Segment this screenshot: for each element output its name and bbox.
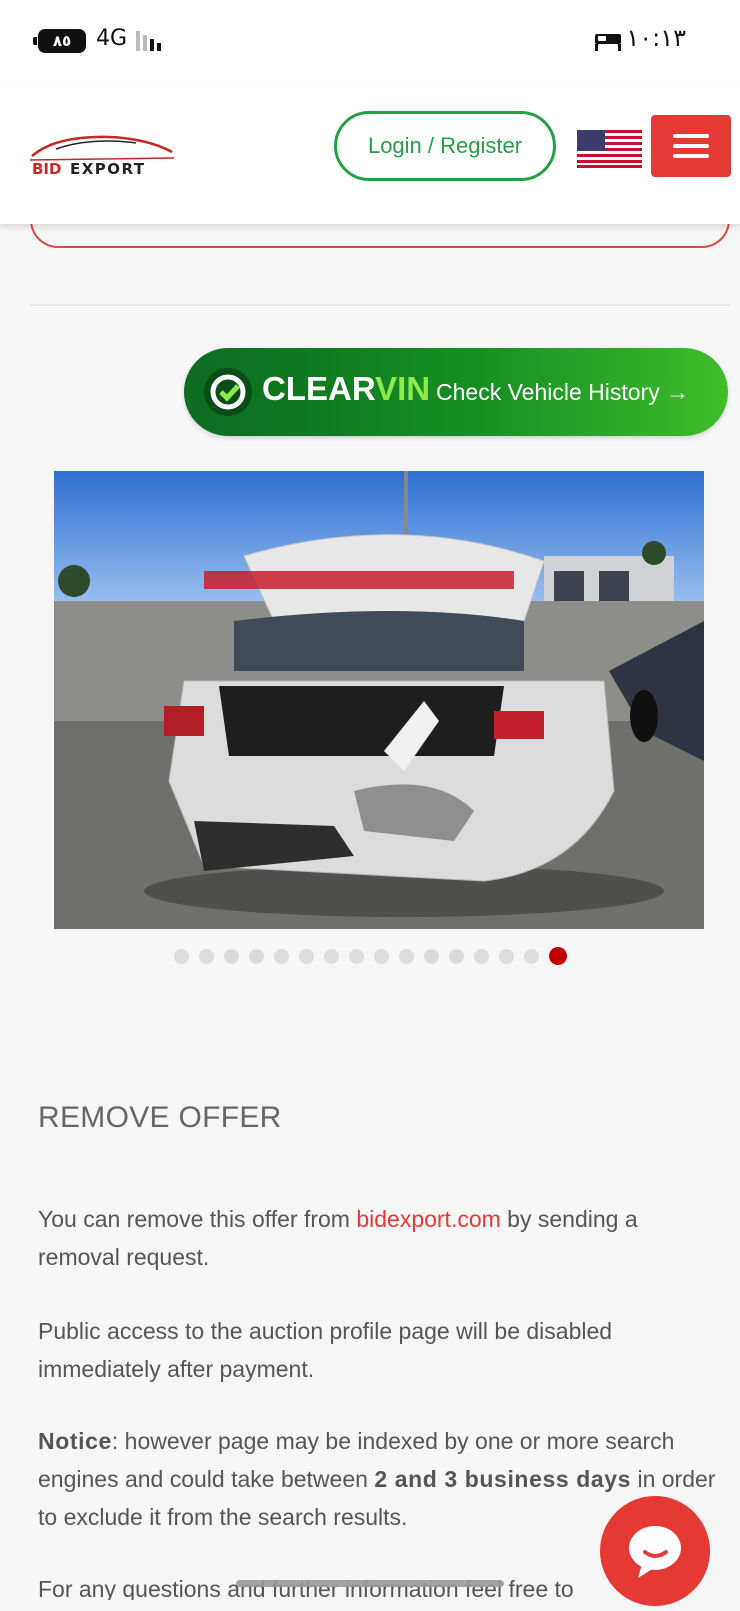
clearvin-check-history-button[interactable]: CLEARVIN Check Vehicle History → — [184, 348, 728, 436]
carousel-dot[interactable] — [173, 948, 189, 964]
hamburger-menu-button[interactable] — [651, 115, 731, 177]
us-flag-icon[interactable] — [577, 130, 642, 168]
carousel-dot[interactable] — [298, 948, 314, 964]
carousel-dot[interactable] — [373, 948, 389, 964]
bidexport-link[interactable]: bidexport.com — [356, 1206, 500, 1232]
network-type: 4G — [96, 26, 128, 51]
menu-line-icon — [673, 144, 709, 148]
carousel-dot[interactable] — [423, 948, 439, 964]
clearvin-brand: CLEARVIN — [262, 370, 430, 408]
clock: ١٠:١٣ — [626, 24, 686, 52]
clearvin-brand-clear: CLEAR — [262, 370, 376, 407]
carousel-dot[interactable] — [323, 948, 339, 964]
section-divider — [30, 304, 730, 306]
site-header: BID EXPORT Login / Register — [0, 82, 740, 224]
menu-line-icon — [673, 134, 709, 138]
carousel-dot[interactable] — [398, 948, 414, 964]
business-days-emphasis: 2 and 3 business days — [374, 1466, 632, 1492]
carousel-dot[interactable] — [198, 948, 214, 964]
status-bar: ٨٥ 4G ١٠:١٣ — [0, 0, 740, 82]
carousel-dot[interactable] — [223, 948, 239, 964]
carousel-dot[interactable] — [273, 948, 289, 964]
chat-icon — [629, 1526, 681, 1578]
carousel-pagination — [0, 947, 740, 965]
svg-text:EXPORT: EXPORT — [70, 160, 146, 178]
checkmark-circle-icon — [204, 368, 252, 416]
sleep-mode-icon — [595, 34, 621, 51]
carousel-dot[interactable] — [548, 947, 567, 965]
home-indicator — [236, 1580, 504, 1587]
clearvin-brand-vin: VIN — [375, 370, 431, 407]
menu-line-icon — [673, 154, 709, 158]
remove-offer-paragraph-2: Public access to the auction profile pag… — [38, 1318, 613, 1382]
vehicle-photo[interactable] — [54, 471, 704, 929]
paragraph-text: You can remove this offer from — [38, 1206, 357, 1232]
live-chat-button[interactable] — [600, 1496, 710, 1606]
carousel-dot[interactable] — [498, 948, 514, 964]
remove-offer-title: REMOVE OFFER — [38, 1101, 282, 1134]
carousel-dot[interactable] — [448, 948, 464, 964]
carousel-dot[interactable] — [473, 948, 489, 964]
carousel-dot[interactable] — [348, 948, 364, 964]
svg-text:BID: BID — [32, 160, 61, 178]
carousel-dot[interactable] — [248, 948, 264, 964]
bid-export-logo[interactable]: BID EXPORT — [26, 130, 178, 180]
carousel-dot[interactable] — [523, 948, 539, 964]
signal-icon — [136, 31, 170, 51]
battery-indicator: ٨٥ — [33, 29, 86, 53]
clearvin-tagline: Check Vehicle History → — [436, 379, 690, 405]
login-register-button[interactable]: Login / Register — [334, 111, 556, 181]
remove-offer-paragraph-1: You can remove this offer from bidexport… — [38, 1200, 718, 1276]
notice-label: Notice — [38, 1428, 112, 1454]
